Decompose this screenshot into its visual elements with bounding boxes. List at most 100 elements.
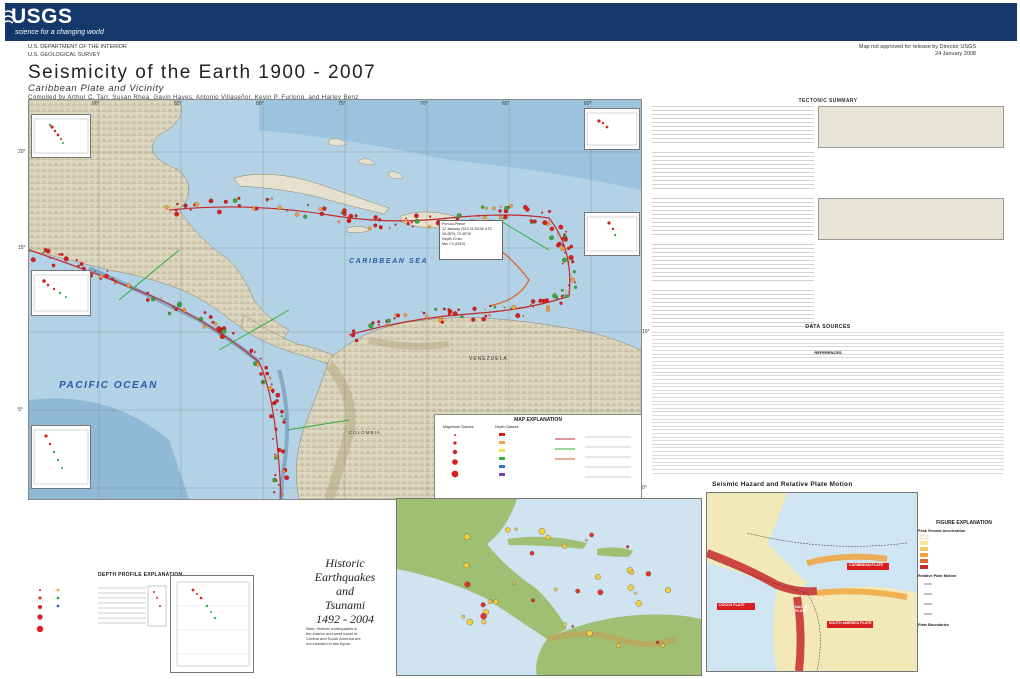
data-sources: DATA SOURCES REFERENCES (652, 324, 1004, 479)
earthquake-marker (354, 214, 358, 218)
earthquake-marker (378, 323, 380, 326)
earthquake-marker (460, 214, 462, 216)
earthquake-marker (337, 220, 341, 224)
earthquake-marker (378, 218, 382, 222)
earthquake-marker (568, 288, 571, 291)
earthquake-marker (472, 306, 477, 311)
earthquake-marker (547, 209, 551, 213)
historic-earthquakes-map[interactable] (396, 498, 702, 676)
earthquake-marker (146, 298, 150, 302)
historic-event-marker (480, 602, 486, 608)
earthquake-marker (77, 264, 80, 268)
earthquake-marker (561, 237, 565, 240)
depth-profile-inset-1 (31, 114, 91, 158)
historic-event-marker (585, 538, 588, 542)
earthquake-marker (208, 314, 213, 319)
earthquake-marker (538, 300, 541, 303)
depth-profile-example (170, 575, 254, 673)
earthquake-marker (183, 309, 187, 313)
earthquake-marker (167, 311, 172, 316)
earthquake-marker (488, 313, 491, 317)
earthquake-marker (277, 205, 282, 210)
earthquake-marker (421, 310, 423, 313)
historic-event-marker (645, 571, 652, 577)
historic-event-marker (493, 599, 499, 605)
earthquake-marker (567, 284, 570, 287)
historic-event-points (461, 527, 672, 648)
motion-legend (924, 583, 932, 615)
historic-event-marker (626, 545, 630, 549)
earthquake-marker (414, 218, 420, 224)
earthquake-marker (348, 213, 354, 219)
lon-label: 65° (502, 101, 510, 107)
earthquake-marker (254, 206, 259, 211)
depth-profile-inset-4 (584, 108, 640, 150)
earthquake-marker (221, 328, 227, 334)
earthquake-marker (176, 202, 179, 206)
historic-title: Historic Earthquakes and Tsunami 1492 - … (314, 556, 376, 626)
earthquake-marker (425, 315, 429, 319)
earthquake-marker (568, 255, 574, 261)
earthquake-marker (272, 478, 277, 483)
earthquake-marker (555, 243, 561, 248)
summary-paragraph (652, 244, 1002, 288)
earthquake-marker (259, 372, 263, 376)
earthquake-marker (99, 274, 104, 279)
earthquake-marker (373, 215, 378, 220)
earthquake-marker (354, 338, 359, 343)
lat-label: 10° (642, 329, 650, 335)
venezuela-label: VENEZUELA (469, 356, 508, 362)
historic-event-marker (575, 588, 581, 594)
earthquake-marker (199, 316, 204, 321)
earthquake-marker (493, 305, 497, 309)
earthquake-marker (75, 259, 78, 262)
event-callout: Port-au-Prince 12 January 2010 21:53:09 … (439, 220, 503, 260)
historic-event-marker (512, 581, 516, 586)
earthquake-marker (504, 205, 509, 211)
earthquake-marker (558, 224, 564, 230)
summary-minimap (818, 198, 1004, 240)
earthquake-marker (106, 270, 109, 272)
historic-event-marker (530, 598, 535, 603)
earthquake-marker (203, 311, 207, 314)
earthquake-marker (29, 248, 30, 253)
earthquake-marker (371, 321, 375, 325)
usgs-banner: USGS science for a changing world (3, 3, 1017, 41)
summary-paragraph (652, 198, 1004, 242)
earthquake-marker (393, 317, 396, 320)
map-subtitle: Caribbean Plate and Vicinity (28, 83, 164, 94)
lat-label: 0° (642, 485, 647, 491)
earthquake-marker (379, 226, 383, 230)
earthquake-marker (572, 270, 576, 274)
earthquake-marker (563, 237, 568, 242)
seismic-hazard-map[interactable]: COCOS PLATE CARIBBEAN PLATE NAZCA PLATE … (706, 492, 918, 672)
earthquake-marker (410, 221, 413, 224)
historic-event-marker (538, 527, 546, 535)
earthquake-marker (295, 212, 300, 217)
earthquake-marker (541, 211, 544, 214)
earthquake-marker (177, 301, 182, 307)
earthquake-marker (322, 206, 327, 211)
historic-event-marker (660, 643, 665, 648)
earthquake-marker (63, 256, 69, 262)
earthquake-marker (457, 308, 460, 312)
lat-label: 5° (18, 407, 23, 413)
depth-profile-explanation (28, 578, 168, 674)
earthquake-marker (286, 209, 289, 212)
earthquake-marker (498, 215, 503, 220)
earthquake-marker (253, 351, 256, 354)
map-poster: USGS science for a changing world U.S. D… (0, 0, 1020, 679)
earthquake-marker (30, 257, 36, 263)
earthquake-marker (281, 449, 286, 454)
earthquake-marker (113, 281, 117, 285)
earthquake-marker (555, 296, 559, 299)
earthquake-marker (261, 381, 264, 384)
historic-event-marker (629, 570, 635, 575)
historic-event-marker (545, 534, 551, 541)
historic-event-marker (586, 630, 593, 637)
earthquake-marker (208, 198, 214, 204)
earthquake-marker (232, 198, 238, 203)
earthquake-marker (350, 333, 356, 338)
earthquake-marker (94, 270, 96, 273)
lon-label: 70° (420, 101, 428, 107)
